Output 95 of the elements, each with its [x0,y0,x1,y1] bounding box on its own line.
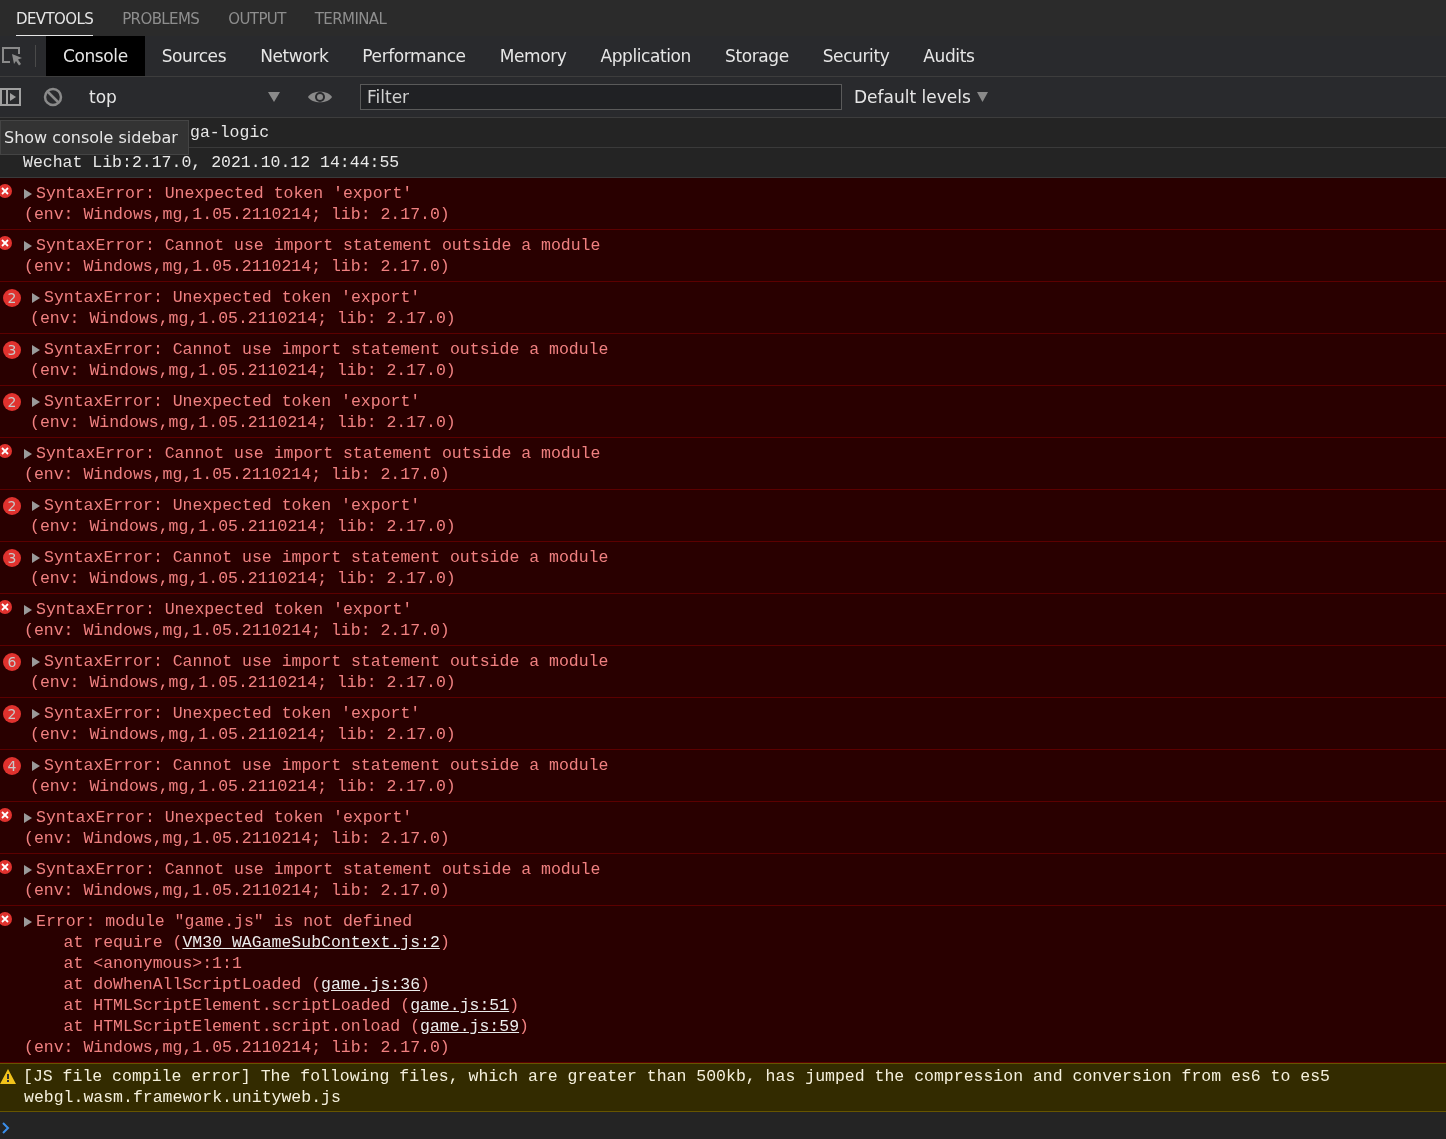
environment-info: (env: Windows,mg,1.05.2110214; lib: 2.17.0) [30,724,457,745]
log-message: Wechat Lib:2.17.0, 2021.10.12 14:44:55 [23,153,400,172]
error-message: SyntaxError: Cannot use import statement outside a module [44,339,609,360]
environment-info: (env: Windows,mg,1.05.2110214; lib: 2.17.0) [30,360,457,381]
source-link[interactable]: game.js:59 [420,1017,520,1036]
error-message: SyntaxError: Cannot use import statement outside a module [44,755,609,776]
error-message: SyntaxError: Unexpected token 'export' [36,599,413,620]
error-message: SyntaxError: Cannot use import statement outside a module [44,547,609,568]
expand-arrow-icon[interactable] [32,344,40,355]
environment-info: (env: Windows,mg,1.05.2110214; lib: 2.17.0) [24,1037,451,1058]
environment-info: (env: Windows,mg,1.05.2110214; lib: 2.17.0) [30,672,457,693]
environment-info: (env: Windows,mg,1.05.2110214; lib: 2.17.0) [30,308,457,329]
environment-info: (env: Windows,mg,1.05.2110214; lib: 2.17.0) [30,516,457,537]
error-icon [0,443,13,459]
log-message: ga-logic [190,123,270,142]
panel-tab[interactable]: Audits [906,36,992,76]
error-message: SyntaxError: Unexpected token 'export' [36,183,413,204]
panel-tab[interactable]: Console [46,36,145,76]
expand-arrow-icon[interactable] [24,448,32,459]
drawer-tab[interactable]: TERMINAL [314,0,387,36]
error-icon [0,183,13,199]
error-icon [0,599,13,615]
expand-arrow-icon[interactable] [32,396,40,407]
environment-info: (env: Windows,mg,1.05.2110214; lib: 2.17.0) [24,256,451,277]
caret-icon [268,92,280,102]
error-message: SyntaxError: Unexpected token 'export' [36,807,413,828]
error-message: Error: module "game.js" is not defined [36,911,413,932]
panel-tab[interactable]: Sources [144,36,244,76]
repeat-count-badge: 2 [3,704,21,723]
caret-icon [976,92,988,102]
error-message: SyntaxError: Unexpected token 'export' [44,703,421,724]
stack-frame: at HTMLScriptElement.script.onload (game.js:59) [24,1016,1446,1037]
environment-info: (env: Windows,mg,1.05.2110214; lib: 2.17.0) [30,568,457,589]
repeat-count-badge: 3 [3,340,21,359]
repeat-count-badge: 4 [3,756,21,775]
stack-frame: at require (VM30 WAGameSubContext.js:2) [24,932,1446,953]
repeat-count-badge: 3 [3,548,21,567]
repeat-count-badge: 2 [3,496,21,515]
levels-dropdown[interactable]: Default levels [854,87,988,107]
warning-message: [JS file compile error] The following files, which are greater than 500kb, has jumped the compression and conversion from es6 to es5 [23,1066,1330,1087]
error-icon [0,911,13,927]
error-message: SyntaxError: Cannot use import statement outside a module [36,443,601,464]
sidebar-toggle-icon[interactable] [0,87,22,107]
panel-tab[interactable]: Security [805,36,907,76]
error-icon [0,859,13,875]
error-message: SyntaxError: Unexpected token 'export' [44,391,421,412]
repeat-count-badge: 2 [3,392,21,411]
source-link[interactable]: VM30 WAGameSubContext.js:2 [182,933,440,952]
context-select[interactable]: top [85,87,280,107]
error-message: SyntaxError: Cannot use import statement outside a module [44,651,609,672]
expand-arrow-icon[interactable] [32,500,40,511]
clear-console-icon[interactable] [42,86,64,108]
panel-tab[interactable]: Memory [482,36,584,76]
prompt-chevron-icon [2,1122,10,1134]
expand-arrow-icon[interactable] [32,656,40,667]
expand-arrow-icon[interactable] [24,240,32,251]
expand-arrow-icon[interactable] [32,552,40,563]
panel-tab[interactable]: Network [243,36,346,76]
expand-arrow-icon[interactable] [24,916,32,927]
expand-arrow-icon[interactable] [32,292,40,303]
file-name: webgl.wasm.framework.unityweb.js [24,1088,341,1107]
panel-tab[interactable]: Application [583,36,708,76]
error-icon [0,235,13,251]
expand-arrow-icon[interactable] [24,812,32,823]
warning-icon [0,1069,16,1084]
repeat-count-badge: 2 [3,288,21,307]
drawer-tab[interactable]: PROBLEMS [122,0,200,36]
panel-tab[interactable]: Performance [345,36,483,76]
drawer-tab[interactable]: OUTPUT [228,0,286,36]
expand-arrow-icon[interactable] [24,864,32,875]
error-icon [0,807,13,823]
error-message: SyntaxError: Unexpected token 'export' [44,287,421,308]
expand-arrow-icon[interactable] [32,708,40,719]
environment-info: (env: Windows,mg,1.05.2110214; lib: 2.17.0) [24,880,451,901]
environment-info: (env: Windows,mg,1.05.2110214; lib: 2.17.0) [30,776,457,797]
repeat-count-badge: 6 [3,652,21,671]
error-message: SyntaxError: Cannot use import statement outside a module [36,235,601,256]
error-message: SyntaxError: Unexpected token 'export' [44,495,421,516]
environment-info: (env: Windows,mg,1.05.2110214; lib: 2.17.0) [30,412,457,433]
source-link[interactable]: game.js:36 [321,975,421,994]
tooltip: Show console sidebar [0,120,189,155]
environment-info: (env: Windows,mg,1.05.2110214; lib: 2.17.0) [24,464,451,485]
expand-arrow-icon[interactable] [32,760,40,771]
stack-frame: at <anonymous>:1:1 [24,953,1446,974]
expand-arrow-icon[interactable] [24,604,32,615]
stack-frame: at HTMLScriptElement.scriptLoaded (game.js:51) [24,995,1446,1016]
environment-info: (env: Windows,mg,1.05.2110214; lib: 2.17.0) [24,828,451,849]
environment-info: (env: Windows,mg,1.05.2110214; lib: 2.17.0) [24,204,451,225]
source-link[interactable]: game.js:51 [410,996,510,1015]
panel-tab[interactable]: Storage [708,36,806,76]
filter-field[interactable]: Filter [360,84,842,110]
error-message: SyntaxError: Cannot use import statement outside a module [36,859,601,880]
expand-arrow-icon[interactable] [24,188,32,199]
stack-frame: at doWhenAllScriptLoaded (game.js:36) [24,974,1446,995]
environment-info: (env: Windows,mg,1.05.2110214; lib: 2.17.0) [24,620,451,641]
